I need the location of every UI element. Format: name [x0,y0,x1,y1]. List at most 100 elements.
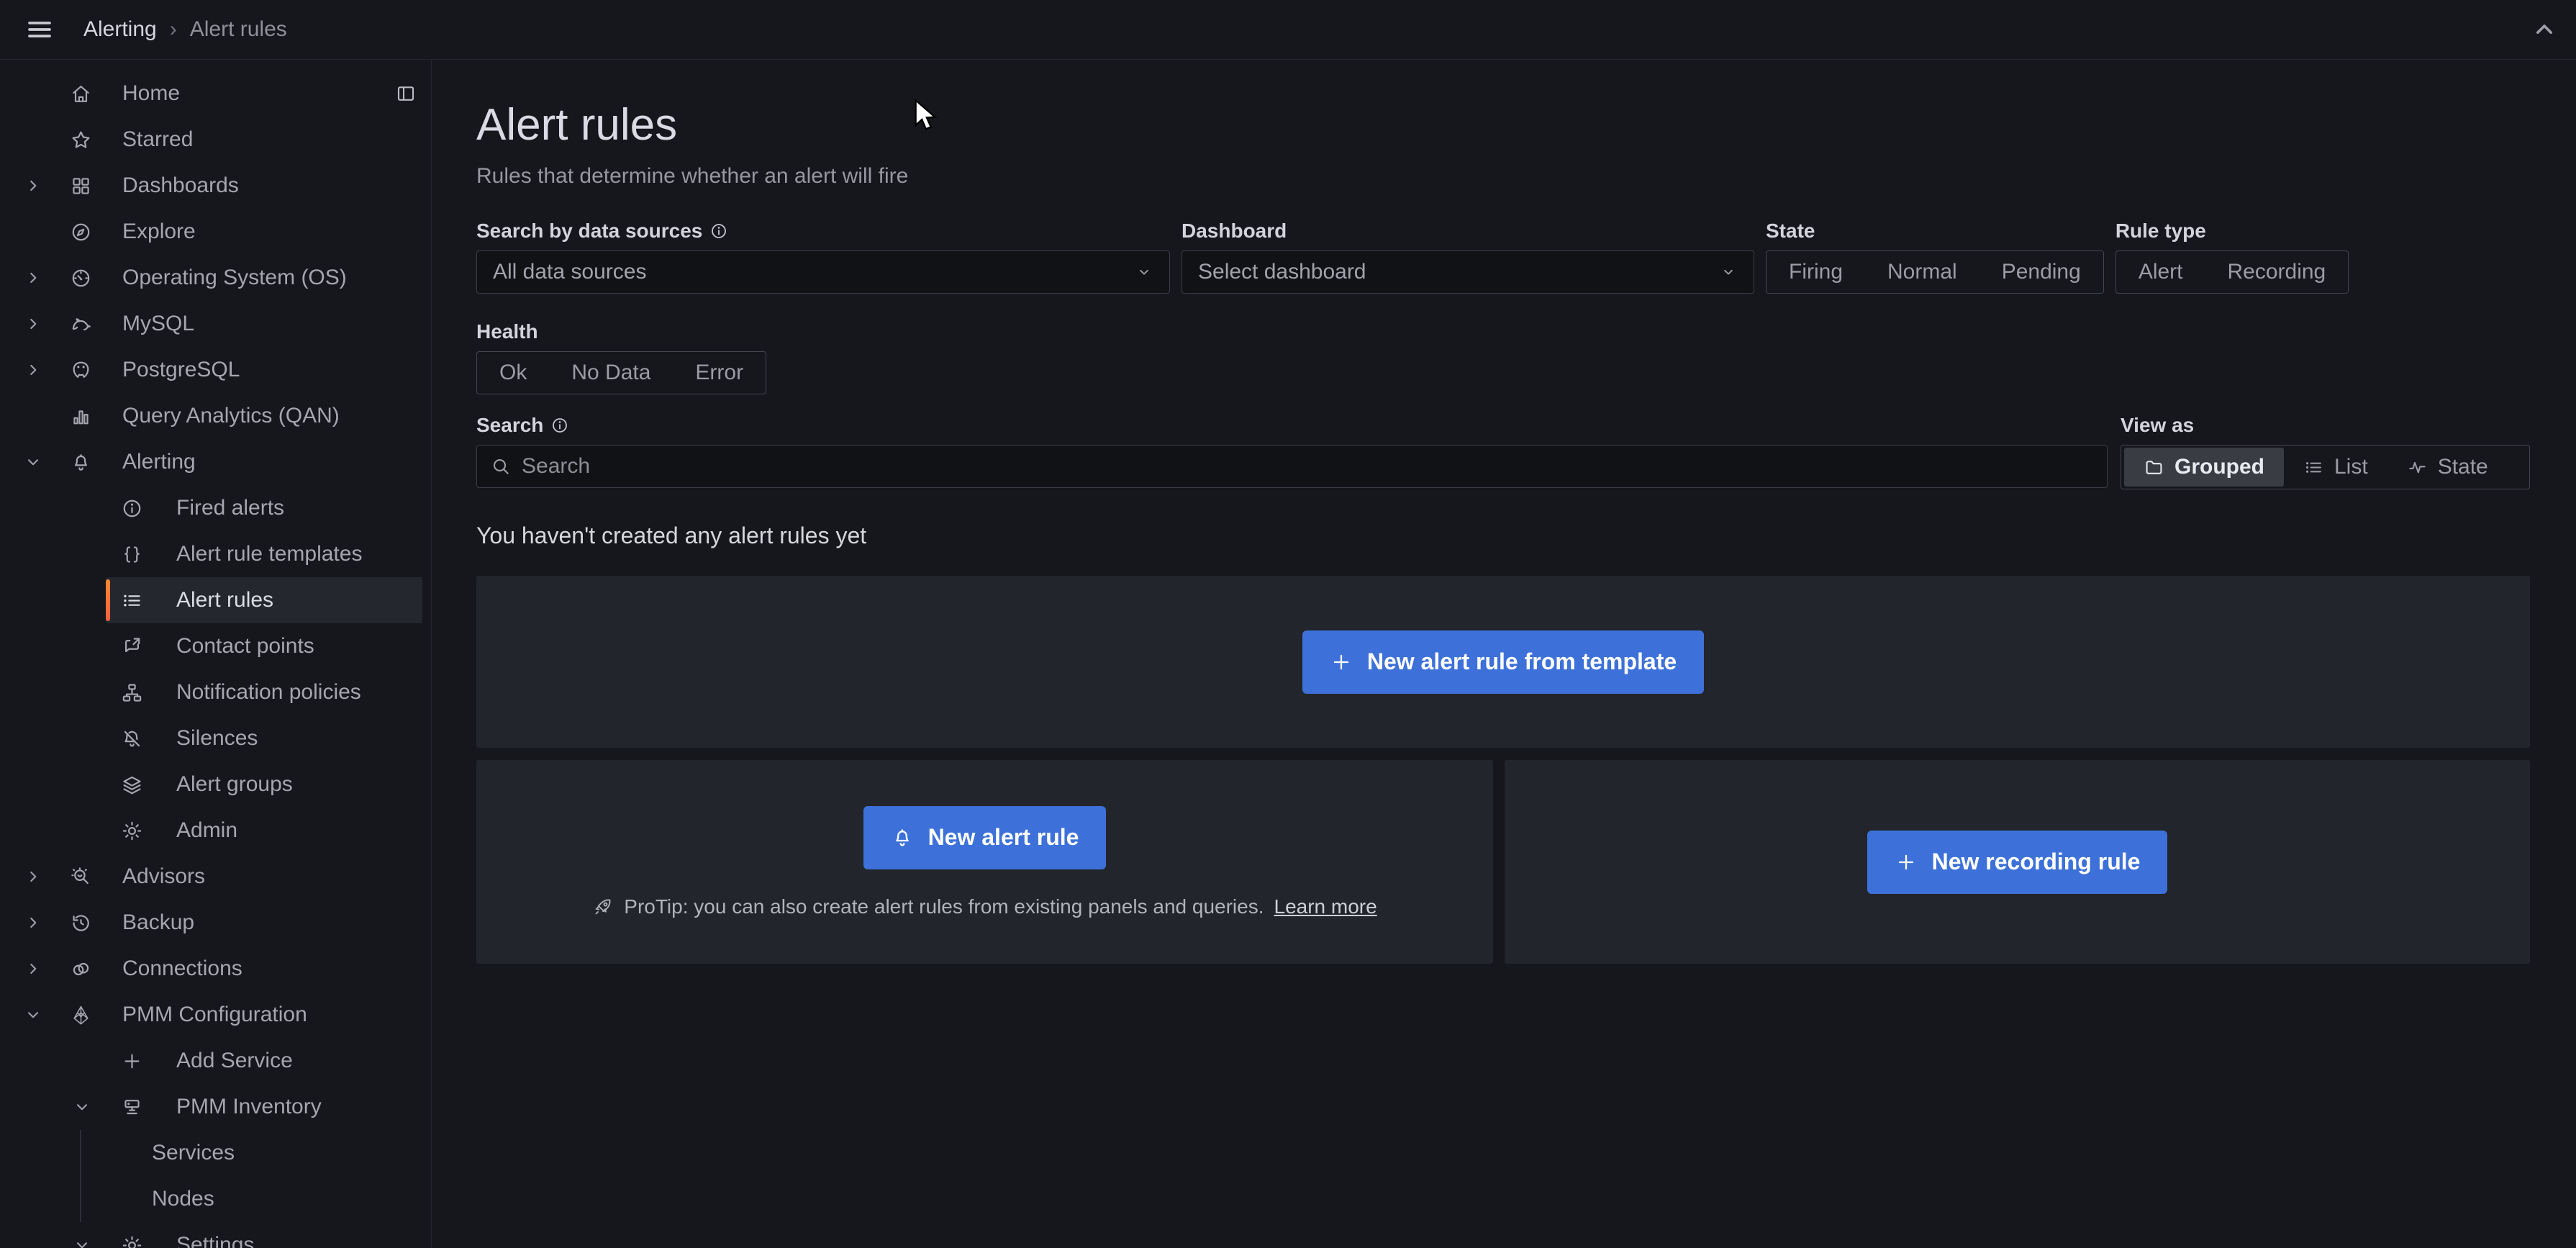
view-as-group: Grouped List State [2121,445,2530,489]
protip: ProTip: you can also create alert rules … [592,895,1377,918]
chevron-down-icon [1135,263,1153,281]
bell-slash-icon [121,728,143,750]
sidebar-item-nodes[interactable]: Nodes [0,1176,431,1222]
layers-icon [121,774,143,796]
apps-icon [70,175,92,197]
state-option-firing[interactable]: Firing [1767,251,1865,293]
state-option-normal[interactable]: Normal [1865,251,1979,293]
view-as-state[interactable]: State [2387,448,2508,487]
sidebar-item-dashboards[interactable]: Dashboards [0,163,431,209]
postgresql-elephant-icon [70,359,92,381]
bar-chart-icon [70,405,92,428]
search-label: Search [476,413,2108,438]
view-as-label: View as [2121,413,2530,438]
sidebar-item-postgresql[interactable]: PostgreSQL [0,347,431,393]
sidebar-item-operating-system[interactable]: Operating System (OS) [0,255,431,301]
health-label: Health [476,320,2530,344]
chevron-up-icon[interactable] [2530,15,2559,44]
main-content: Alert rules Rules that determine whether… [432,60,2576,1248]
sidebar-item-query-analytics[interactable]: Query Analytics (QAN) [0,393,431,439]
gauge-icon [70,267,92,289]
info-circle-icon[interactable] [709,222,728,240]
chevron-right-icon[interactable] [23,361,43,379]
rule-type-option-recording[interactable]: Recording [2205,251,2349,293]
state-option-pending[interactable]: Pending [1979,251,2103,293]
sidebar-item-backup[interactable]: Backup [0,900,431,946]
sidebar-item-explore[interactable]: Explore [0,209,431,255]
sidebar-item-pmm-inventory[interactable]: PMM Inventory [0,1084,431,1130]
plus-icon [1330,651,1353,674]
sidebar-item-pmm-configuration[interactable]: PMM Configuration [0,992,431,1038]
sidebar: Home Starred Dashboards Explore Operatin… [0,60,432,1248]
menu-icon[interactable] [24,14,55,45]
view-as-grouped[interactable]: Grouped [2124,448,2284,487]
sidebar-item-alert-rules[interactable]: Alert rules [106,577,422,623]
info-circle-icon [121,497,143,520]
health-option-error[interactable]: Error [673,352,766,394]
chevron-down-icon [1719,263,1738,281]
percona-logo-icon [70,1004,92,1026]
bell-icon [891,826,914,849]
chevron-down-icon[interactable] [23,1005,43,1024]
sidebar-item-mysql[interactable]: MySQL [0,301,431,347]
chevron-right-icon[interactable] [23,315,43,333]
dashboard-label: Dashboard [1182,219,1754,243]
new-alert-rule-button[interactable]: New alert rule [863,806,1107,869]
connections-icon [70,958,92,980]
advisor-search-icon [70,866,92,888]
sidebar-item-fired-alerts[interactable]: Fired alerts [0,485,431,531]
new-recording-rule-button[interactable]: New recording rule [1867,831,2168,894]
info-circle-icon[interactable] [550,416,569,435]
chevron-right-icon[interactable] [23,176,43,195]
sidebar-item-advisors[interactable]: Advisors [0,854,431,900]
breadcrumb-separator: › [170,17,177,42]
sidebar-item-add-service[interactable]: Add Service [0,1038,431,1084]
sidebar-item-services[interactable]: Services [0,1130,431,1176]
learn-more-link[interactable]: Learn more [1274,895,1377,918]
sidebar-item-alerting[interactable]: Alerting [0,439,431,485]
top-bar: Alerting › Alert rules [0,0,2576,60]
new-alert-rule-from-template-button[interactable]: New alert rule from template [1302,630,1704,694]
health-option-ok[interactable]: Ok [477,352,549,394]
folder-icon [2144,457,2164,478]
rule-type-label: Rule type [2115,219,2349,243]
chevron-down-icon[interactable] [72,1098,92,1116]
state-label: State [1766,219,2104,243]
sidebar-item-alert-groups[interactable]: Alert groups [0,761,431,808]
state-filter-group: Firing Normal Pending [1766,250,2104,294]
breadcrumb-alerting[interactable]: Alerting [83,17,157,42]
braces-icon [121,543,143,566]
chevron-right-icon[interactable] [23,867,43,886]
chevron-right-icon[interactable] [23,268,43,287]
search-input[interactable] [522,454,2094,479]
sidebar-item-alert-rule-templates[interactable]: Alert rule templates [0,531,431,577]
sidebar-item-settings[interactable]: Settings [0,1222,431,1248]
sidebar-item-contact-points[interactable]: Contact points [0,623,431,669]
sidebar-item-connections[interactable]: Connections [0,946,431,992]
page-title: Alert rules [476,98,2530,153]
dashboard-select[interactable]: Select dashboard [1182,250,1754,294]
sitemap-icon [121,682,143,704]
sidebar-item-home[interactable]: Home [0,71,431,117]
chevron-right-icon[interactable] [23,913,43,932]
dock-sidebar-icon[interactable] [395,83,417,104]
view-as-list[interactable]: List [2284,448,2387,487]
rule-type-option-alert[interactable]: Alert [2116,251,2205,293]
sidebar-item-admin[interactable]: Admin [0,808,431,854]
chevron-right-icon[interactable] [23,959,43,978]
sidebar-item-silences[interactable]: Silences [0,715,431,761]
home-icon [70,83,92,105]
chevron-down-icon[interactable] [23,453,43,471]
health-option-no-data[interactable]: No Data [549,352,673,394]
filters-row: Search by data sources All data sources … [476,219,2530,294]
gear-icon [121,820,143,842]
chevron-down-icon[interactable] [72,1236,92,1248]
data-source-select[interactable]: All data sources [476,250,1170,294]
health-filter-group: Ok No Data Error [476,351,766,394]
breadcrumb-alert-rules[interactable]: Alert rules [190,17,287,42]
server-icon [121,1096,143,1118]
list-icon [121,589,143,612]
sidebar-item-notification-policies[interactable]: Notification policies [0,669,431,715]
plus-icon [1895,851,1918,874]
sidebar-item-starred[interactable]: Starred [0,117,431,163]
